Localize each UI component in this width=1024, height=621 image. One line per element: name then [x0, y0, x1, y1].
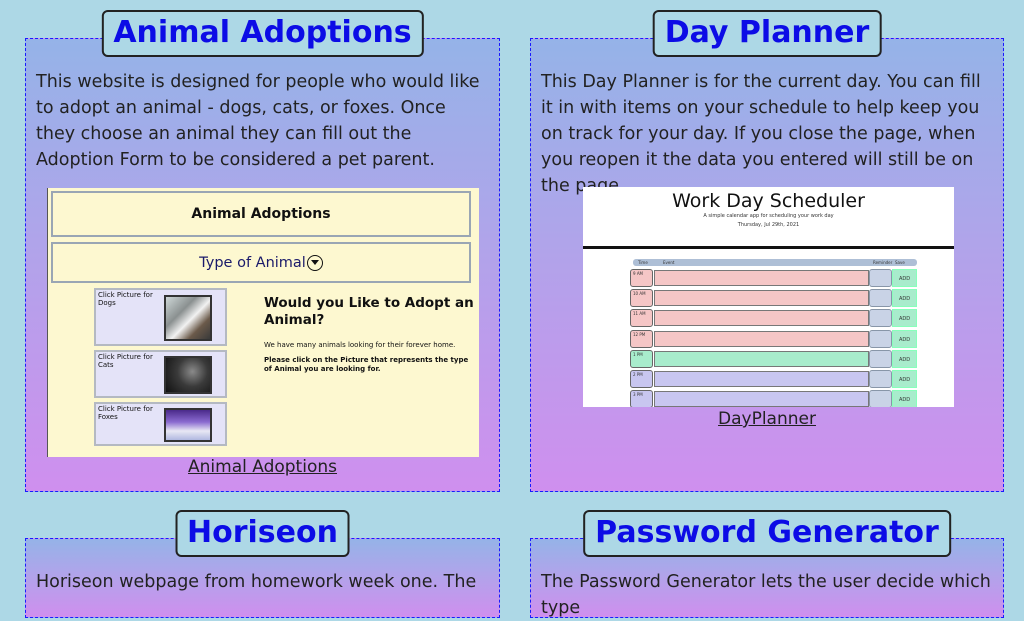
- day-planner-screenshot[interactable]: Work Day Scheduler A simple calendar app…: [583, 187, 954, 407]
- row-add-button[interactable]: ADD: [892, 329, 917, 348]
- row-time: 10 AM: [630, 289, 653, 308]
- row-add-button[interactable]: ADD: [892, 269, 917, 287]
- row-reminder[interactable]: [869, 370, 892, 388]
- scheduler-row: 1 PM ADD: [630, 349, 918, 368]
- card-title: Password Generator: [583, 510, 951, 557]
- fox-photo: [164, 408, 212, 442]
- scheduler-row: 3 PM ADD: [630, 390, 918, 407]
- row-add-button[interactable]: ADD: [892, 289, 917, 308]
- animal-type-dropdown: Type of Animal: [51, 242, 471, 283]
- password-generator-card: Password Generator The Password Generato…: [530, 510, 1004, 618]
- card-description: This website is designed for people who …: [36, 72, 480, 170]
- cats-tile: Click Picture for Cats: [94, 350, 227, 398]
- row-time: 12 PM: [630, 329, 653, 348]
- scheduler-column-header: Time Event Reminder Save: [633, 259, 917, 266]
- scheduler-row: 9 AM ADD: [630, 269, 918, 287]
- row-reminder[interactable]: [869, 269, 892, 287]
- scheduler-row: 10 AM ADD: [630, 289, 918, 308]
- animal-adoptions-screenshot[interactable]: Animal Adoptions Type of Animal Click Pi…: [47, 188, 479, 457]
- dog-photo: [164, 295, 212, 341]
- animal-adoptions-card: Animal Adoptions This website is designe…: [25, 10, 500, 492]
- day-planner-card: Day Planner This Day Planner is for the …: [530, 10, 1004, 492]
- chevron-down-icon: [306, 255, 323, 271]
- tile-label: Click Picture for Cats: [98, 353, 153, 369]
- row-reminder[interactable]: [869, 309, 892, 328]
- adopt-heading: Would you Like to Adopt an Animal?: [264, 295, 474, 328]
- divider: [583, 246, 954, 249]
- horiseon-card: Horiseon Horiseon webpage from homework …: [25, 510, 500, 618]
- scheduler-row: 11 AM ADD: [630, 309, 918, 328]
- card-title: Animal Adoptions: [101, 10, 424, 57]
- tile-label: Click Picture for Foxes: [98, 405, 153, 421]
- scheduler-date: Thursday, Jul 29th, 2021: [737, 222, 800, 228]
- dogs-tile: Click Picture for Dogs: [94, 288, 227, 346]
- row-event-input[interactable]: [654, 391, 869, 407]
- row-event-input[interactable]: [654, 310, 869, 327]
- row-event-input[interactable]: [654, 350, 869, 367]
- foxes-tile: Click Picture for Foxes: [94, 402, 227, 446]
- save-column: Save: [895, 260, 905, 265]
- intro-text: We have many animals looking for their f…: [264, 341, 456, 349]
- row-time: 2 PM: [630, 370, 653, 388]
- day-planner-link[interactable]: DayPlanner: [531, 409, 1003, 429]
- scheduler-subtitle: A simple calendar app for scheduling you…: [703, 213, 834, 219]
- row-event-input[interactable]: [654, 270, 869, 286]
- row-add-button[interactable]: ADD: [892, 349, 917, 368]
- animal-adoptions-link[interactable]: Animal Adoptions: [26, 457, 499, 477]
- row-time: 1 PM: [630, 349, 653, 368]
- event-column: Event: [663, 260, 675, 265]
- scheduler-title: Work Day Scheduler: [672, 190, 865, 212]
- card-title: Horiseon: [175, 510, 350, 557]
- row-reminder[interactable]: [869, 329, 892, 348]
- scheduler-row: 12 PM ADD: [630, 329, 918, 348]
- screenshot-header: Animal Adoptions: [51, 191, 471, 237]
- tile-label: Click Picture for Dogs: [98, 291, 153, 307]
- card-title: Day Planner: [652, 10, 882, 57]
- row-reminder[interactable]: [869, 289, 892, 308]
- row-time: 3 PM: [630, 390, 653, 407]
- row-time: 9 AM: [630, 269, 653, 287]
- cat-photo: [164, 356, 212, 394]
- card-description: Horiseon webpage from homework week one.…: [36, 572, 477, 592]
- scheduler-row: 2 PM ADD: [630, 370, 918, 388]
- row-reminder[interactable]: [869, 390, 892, 407]
- row-add-button[interactable]: ADD: [892, 309, 917, 328]
- row-add-button[interactable]: ADD: [892, 390, 917, 407]
- instruction-text: Please click on the Picture that represe…: [264, 356, 469, 373]
- row-add-button[interactable]: ADD: [892, 370, 917, 388]
- row-event-input[interactable]: [654, 290, 869, 307]
- time-column: Time: [638, 260, 648, 265]
- dropdown-label: Type of Animal: [199, 255, 306, 271]
- row-event-input[interactable]: [654, 330, 869, 347]
- row-reminder[interactable]: [869, 349, 892, 368]
- card-description: This Day Planner is for the current day.…: [541, 72, 981, 196]
- card-description: The Password Generator lets the user dec…: [541, 572, 991, 618]
- row-event-input[interactable]: [654, 371, 869, 387]
- row-time: 11 AM: [630, 309, 653, 328]
- reminder-column: Reminder: [873, 260, 893, 265]
